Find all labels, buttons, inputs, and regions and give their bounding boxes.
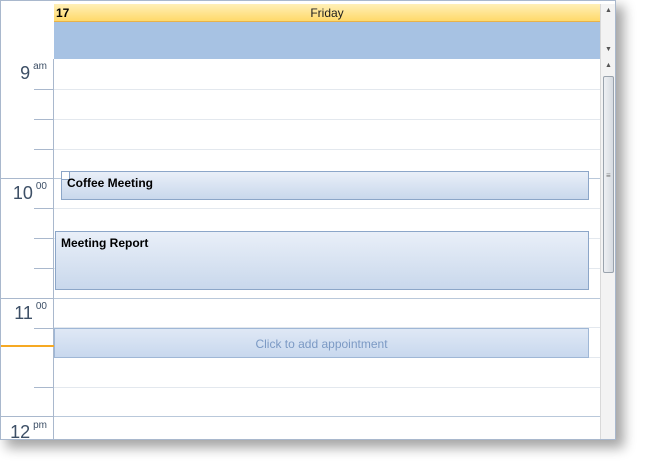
add-appointment-slot[interactable]: Click to add appointment — [54, 328, 589, 358]
scroll-up-icon[interactable]: ▲ — [605, 62, 612, 69]
quarter-tick — [34, 328, 53, 329]
time-label-9: 9 am — [20, 61, 47, 83]
hour-line — [54, 298, 600, 299]
half-hour-tick — [34, 89, 53, 90]
slot-line — [54, 119, 600, 120]
hour-divider — [1, 416, 54, 417]
time-label-11: 11 00 — [14, 301, 47, 323]
appointment-title: Coffee Meeting — [67, 176, 154, 190]
all-day-area[interactable] — [54, 22, 600, 59]
slot-line — [54, 387, 600, 388]
hour-divider — [1, 298, 54, 299]
slot-line — [54, 89, 600, 90]
time-label-10: 10 00 — [12, 181, 47, 203]
day-grid[interactable]: Coffee Meeting Meeting Report Click to a… — [54, 59, 600, 439]
day-name: Friday — [310, 6, 344, 20]
hour-line — [54, 416, 600, 417]
appointment-meeting-report[interactable]: Meeting Report — [55, 231, 589, 290]
appointment-coffee-meeting[interactable]: Coffee Meeting — [61, 171, 589, 200]
time-label-12: 12 pm — [10, 420, 47, 440]
hour-divider — [1, 178, 54, 179]
slot-line — [54, 208, 600, 209]
scroll-up-icon[interactable]: ▲ — [605, 7, 612, 14]
quarter-tick — [34, 149, 53, 150]
slot-line — [54, 149, 600, 150]
vertical-scrollbar[interactable]: ▲ ≡ — [600, 59, 615, 439]
appointment-title: Meeting Report — [61, 236, 149, 250]
grip-icon: ≡ — [606, 171, 611, 180]
all-day-scrollbar[interactable]: ▲ ▼ — [600, 4, 615, 59]
current-time-indicator — [1, 345, 54, 347]
day-header[interactable]: 17 Friday — [54, 4, 600, 22]
scrollbar-thumb[interactable]: ≡ — [603, 76, 614, 273]
time-gutter: 9 am 10 00 11 00 12 pm — [1, 59, 54, 440]
quarter-tick — [34, 238, 53, 239]
quarter-tick — [34, 268, 53, 269]
quarter-tick — [34, 387, 53, 388]
add-appointment-label: Click to add appointment — [255, 337, 388, 351]
scroll-down-icon[interactable]: ▼ — [605, 46, 612, 53]
quarter-tick — [34, 119, 53, 120]
quarter-tick — [34, 208, 53, 209]
calendar-day-view: 17 Friday ▲ ▼ ▲ ≡ 9am 1000 1100 12pm — [0, 0, 616, 440]
